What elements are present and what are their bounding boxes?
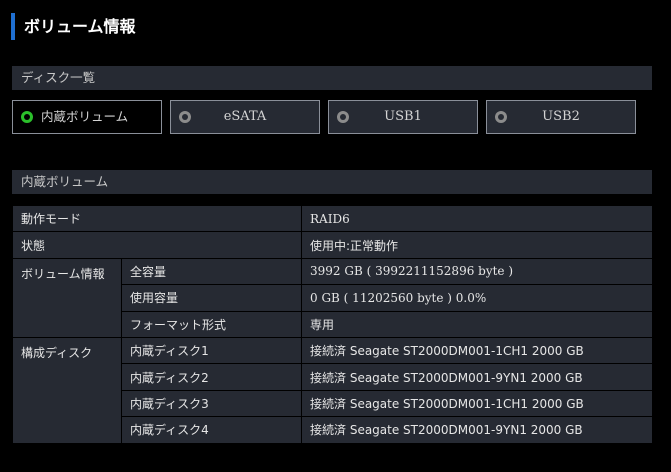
tab-usb2[interactable]: USB2 [486,100,636,134]
disk-label: 内蔵ディスク3 [120,389,303,418]
tab-internal-volume[interactable]: 内蔵ボリューム [12,100,162,134]
disk-list-header: ディスク一覧 [12,66,652,90]
disk-label: 内蔵ディスク1 [120,336,303,365]
tab-esata[interactable]: eSATA [170,100,320,134]
volume-info-table: 動作モード RAID6 状態 使用中:正常動作 ボリューム情報 全容量 3992… [11,204,654,444]
tab-usb1[interactable]: USB1 [328,100,478,134]
tab-label: eSATA [223,109,267,124]
total-capacity-value: 3992 GB ( 3992211152896 byte ) [301,257,654,286]
volume-info-label: ボリューム情報 [12,257,122,338]
disk-value: 接続済 Seagate ST2000DM001-1CH1 2000 GB [301,389,654,418]
format-value: 専用 [301,310,654,338]
mode-label: 動作モード [11,204,303,233]
disk-label: 内蔵ディスク4 [120,416,303,444]
table-row: 構成ディスク 内蔵ディスク1 接続済 Seagate ST2000DM001-1… [12,336,654,444]
page-title: ボリューム情報 [11,13,136,40]
disks-label: 構成ディスク [12,336,122,444]
disk-value: 接続済 Seagate ST2000DM001-9YN1 2000 GB [301,416,654,444]
table-row: ボリューム情報 全容量 3992 GB ( 3992211152896 byte… [12,257,654,338]
used-capacity-label: 使用容量 [120,284,303,312]
table-row: 動作モード RAID6 [11,204,654,233]
tab-label: USB2 [542,109,580,124]
disk-label: 内蔵ディスク2 [120,363,303,391]
disk-value: 接続済 Seagate ST2000DM001-9YN1 2000 GB [301,363,654,391]
mode-value: RAID6 [301,204,654,233]
table-row: 状態 使用中:正常動作 [11,231,654,259]
disk-value: 接続済 Seagate ST2000DM001-1CH1 2000 GB [301,336,654,365]
volume-section-header: 内蔵ボリューム [12,170,652,194]
disk-tabs: 内蔵ボリューム eSATA USB1 USB2 [12,100,652,135]
total-capacity-label: 全容量 [120,257,303,286]
tab-label: 内蔵ボリューム [41,109,129,124]
used-capacity-value: 0 GB ( 11202560 byte ) 0.0% [301,284,654,312]
format-label: フォーマット形式 [120,310,303,338]
tab-label: USB1 [384,109,422,124]
state-label: 状態 [11,231,303,259]
radio-selected-icon[interactable] [21,111,33,123]
state-value: 使用中:正常動作 [301,231,654,259]
